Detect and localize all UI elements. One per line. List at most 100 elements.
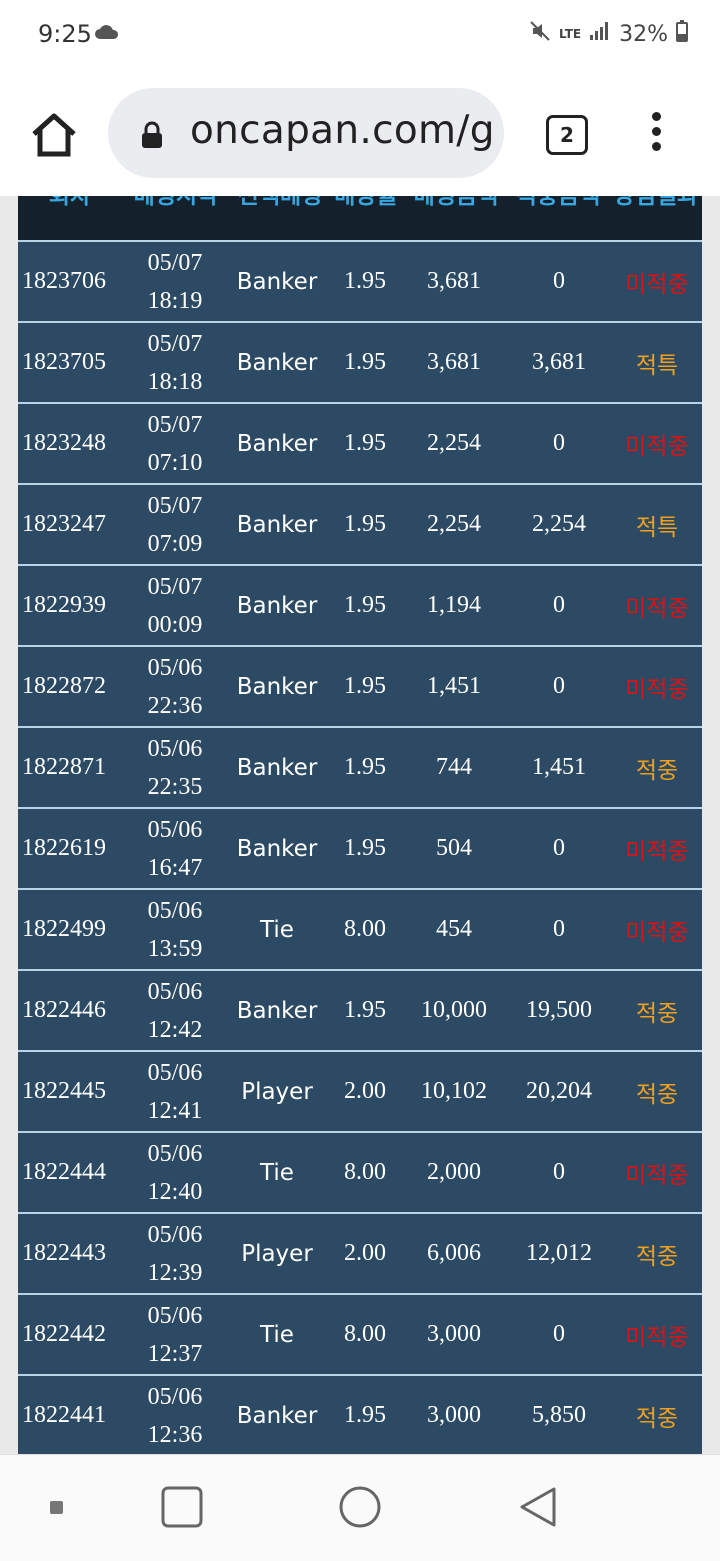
bet-amount: 10,102 — [421, 1078, 487, 1104]
bet-pick: Banker — [236, 754, 318, 781]
bet-time: 05/06 12:41 — [128, 1052, 222, 1131]
bet-time: 05/06 12:37 — [128, 1295, 222, 1374]
bet-result: 미적중 — [625, 1162, 689, 1189]
table-row: 1823706 05/07 18:19 Banker 1.95 3,681 0 미적중 — [18, 240, 702, 321]
bet-date: 05/06 — [147, 735, 203, 762]
bet-date: 05/07 — [147, 249, 203, 276]
url-text[interactable]: oncapan.com/g — [190, 108, 495, 153]
bet-result: 적중 — [635, 1405, 679, 1432]
signal-icon — [589, 21, 611, 47]
bet-amount: 2,254 — [427, 430, 481, 456]
cloud-icon — [94, 24, 120, 44]
bet-odds: 2.00 — [344, 1078, 386, 1104]
mute-icon — [529, 20, 551, 48]
bet-date: 05/07 — [147, 573, 203, 600]
round-number: 1822619 — [22, 835, 106, 861]
bet-amount: 2,254 — [427, 511, 481, 537]
bet-date: 05/06 — [147, 978, 203, 1005]
table-row: 1822499 05/06 13:59 Tie 8.00 454 0 미적중 — [18, 888, 702, 969]
round-number: 1822443 — [22, 1240, 106, 1266]
bet-clock: 00:09 — [147, 611, 203, 638]
tabs-icon[interactable]: 2 — [546, 115, 588, 155]
bet-pick: Tie — [260, 1321, 294, 1348]
table-row: 1822442 05/06 12:37 Tie 8.00 3,000 0 미적중 — [18, 1293, 702, 1374]
round-number: 1823248 — [22, 430, 106, 456]
status-time: 9:25 — [38, 20, 92, 48]
table-row: 1822446 05/06 12:42 Banker 1.95 10,000 19,500 적… — [18, 969, 702, 1050]
recents-dot-icon[interactable] — [48, 1499, 66, 1517]
back-icon[interactable] — [516, 1485, 560, 1529]
bet-clock: 07:09 — [147, 530, 203, 557]
bet-result: 미적중 — [625, 433, 689, 460]
overview-icon[interactable] — [160, 1485, 204, 1529]
bet-amount: 6,006 — [427, 1240, 481, 1266]
round-number: 1822441 — [22, 1402, 106, 1428]
bet-date: 05/06 — [147, 1059, 203, 1086]
bet-time: 05/06 12:36 — [128, 1376, 222, 1454]
bet-odds: 1.95 — [344, 349, 386, 375]
bet-time: 05/07 07:10 — [128, 404, 222, 483]
menu-icon[interactable] — [647, 112, 665, 156]
round-number: 1822446 — [22, 997, 106, 1023]
table-row: 1822872 05/06 22:36 Banker 1.95 1,451 0 미적중 — [18, 645, 702, 726]
bet-pick: Banker — [236, 1402, 318, 1429]
win-amount: 0 — [553, 268, 565, 294]
bet-odds: 1.95 — [344, 1402, 386, 1428]
bet-pick: Banker — [236, 268, 318, 295]
bet-time: 05/07 00:09 — [128, 566, 222, 645]
home-icon[interactable] — [30, 112, 78, 158]
bet-pick: Banker — [236, 835, 318, 862]
bet-clock: 12:37 — [147, 1340, 203, 1367]
bet-result: 미적중 — [625, 676, 689, 703]
table-row: 1822445 05/06 12:41 Player 2.00 10,102 20,204 적… — [18, 1050, 702, 1131]
round-number: 1822442 — [22, 1321, 106, 1347]
bet-pick: Tie — [260, 1159, 294, 1186]
win-amount: 20,204 — [526, 1078, 592, 1104]
bet-time: 05/06 22:35 — [128, 728, 222, 807]
bet-result: 미적중 — [625, 838, 689, 865]
bet-odds: 8.00 — [344, 1159, 386, 1185]
home-circle-icon[interactable] — [338, 1485, 382, 1529]
bet-pick: Banker — [236, 511, 318, 538]
header-odds: 배당률 — [334, 196, 398, 209]
bet-amount: 3,681 — [427, 268, 481, 294]
bet-pick: Banker — [236, 349, 318, 376]
bet-date: 05/06 — [147, 816, 203, 843]
bet-amount: 10,000 — [421, 997, 487, 1023]
bet-amount: 744 — [436, 754, 472, 780]
win-amount: 2,254 — [532, 511, 586, 537]
url-bar[interactable]: oncapan.com/g — [108, 88, 504, 178]
round-number: 1822445 — [22, 1078, 106, 1104]
bet-odds: 8.00 — [344, 1321, 386, 1347]
bet-result: 미적중 — [625, 1324, 689, 1351]
bet-time: 05/06 13:59 — [128, 890, 222, 969]
win-amount: 0 — [553, 1321, 565, 1347]
bet-pick: Player — [241, 1240, 313, 1267]
round-number: 1822871 — [22, 754, 106, 780]
bet-amount: 454 — [436, 916, 472, 942]
bet-time: 05/07 18:19 — [128, 242, 222, 321]
bet-odds: 1.95 — [344, 430, 386, 456]
table-row: 1822939 05/07 00:09 Banker 1.95 1,194 0 미적중 — [18, 564, 702, 645]
bet-odds: 1.95 — [344, 592, 386, 618]
table-header: 회차 베팅시각 선택베팅 배당률 베팅금액 적중금액 당첨결과 — [18, 196, 702, 240]
bet-clock: 12:42 — [147, 1016, 203, 1043]
bet-odds: 2.00 — [344, 1240, 386, 1266]
bet-clock: 07:10 — [147, 449, 203, 476]
win-amount: 0 — [553, 430, 565, 456]
bet-clock: 12:41 — [147, 1097, 203, 1124]
bet-result: 적특 — [635, 352, 679, 379]
round-number: 1823706 — [22, 268, 106, 294]
page-content: 회차 베팅시각 선택베팅 배당률 베팅금액 적중금액 당첨결과 1823706 0… — [0, 196, 720, 1454]
bet-amount: 1,451 — [427, 673, 481, 699]
battery-percent: 32% — [619, 21, 668, 47]
bet-pick: Tie — [260, 916, 294, 943]
header-bet-time: 베팅시각 — [133, 196, 219, 209]
bet-amount: 2,000 — [427, 1159, 481, 1185]
bet-date: 05/07 — [147, 492, 203, 519]
tab-count: 2 — [560, 123, 574, 147]
bet-result: 적중 — [635, 1000, 679, 1027]
bet-odds: 1.95 — [344, 673, 386, 699]
bet-clock: 16:47 — [147, 854, 203, 881]
bet-date: 05/07 — [147, 330, 203, 357]
